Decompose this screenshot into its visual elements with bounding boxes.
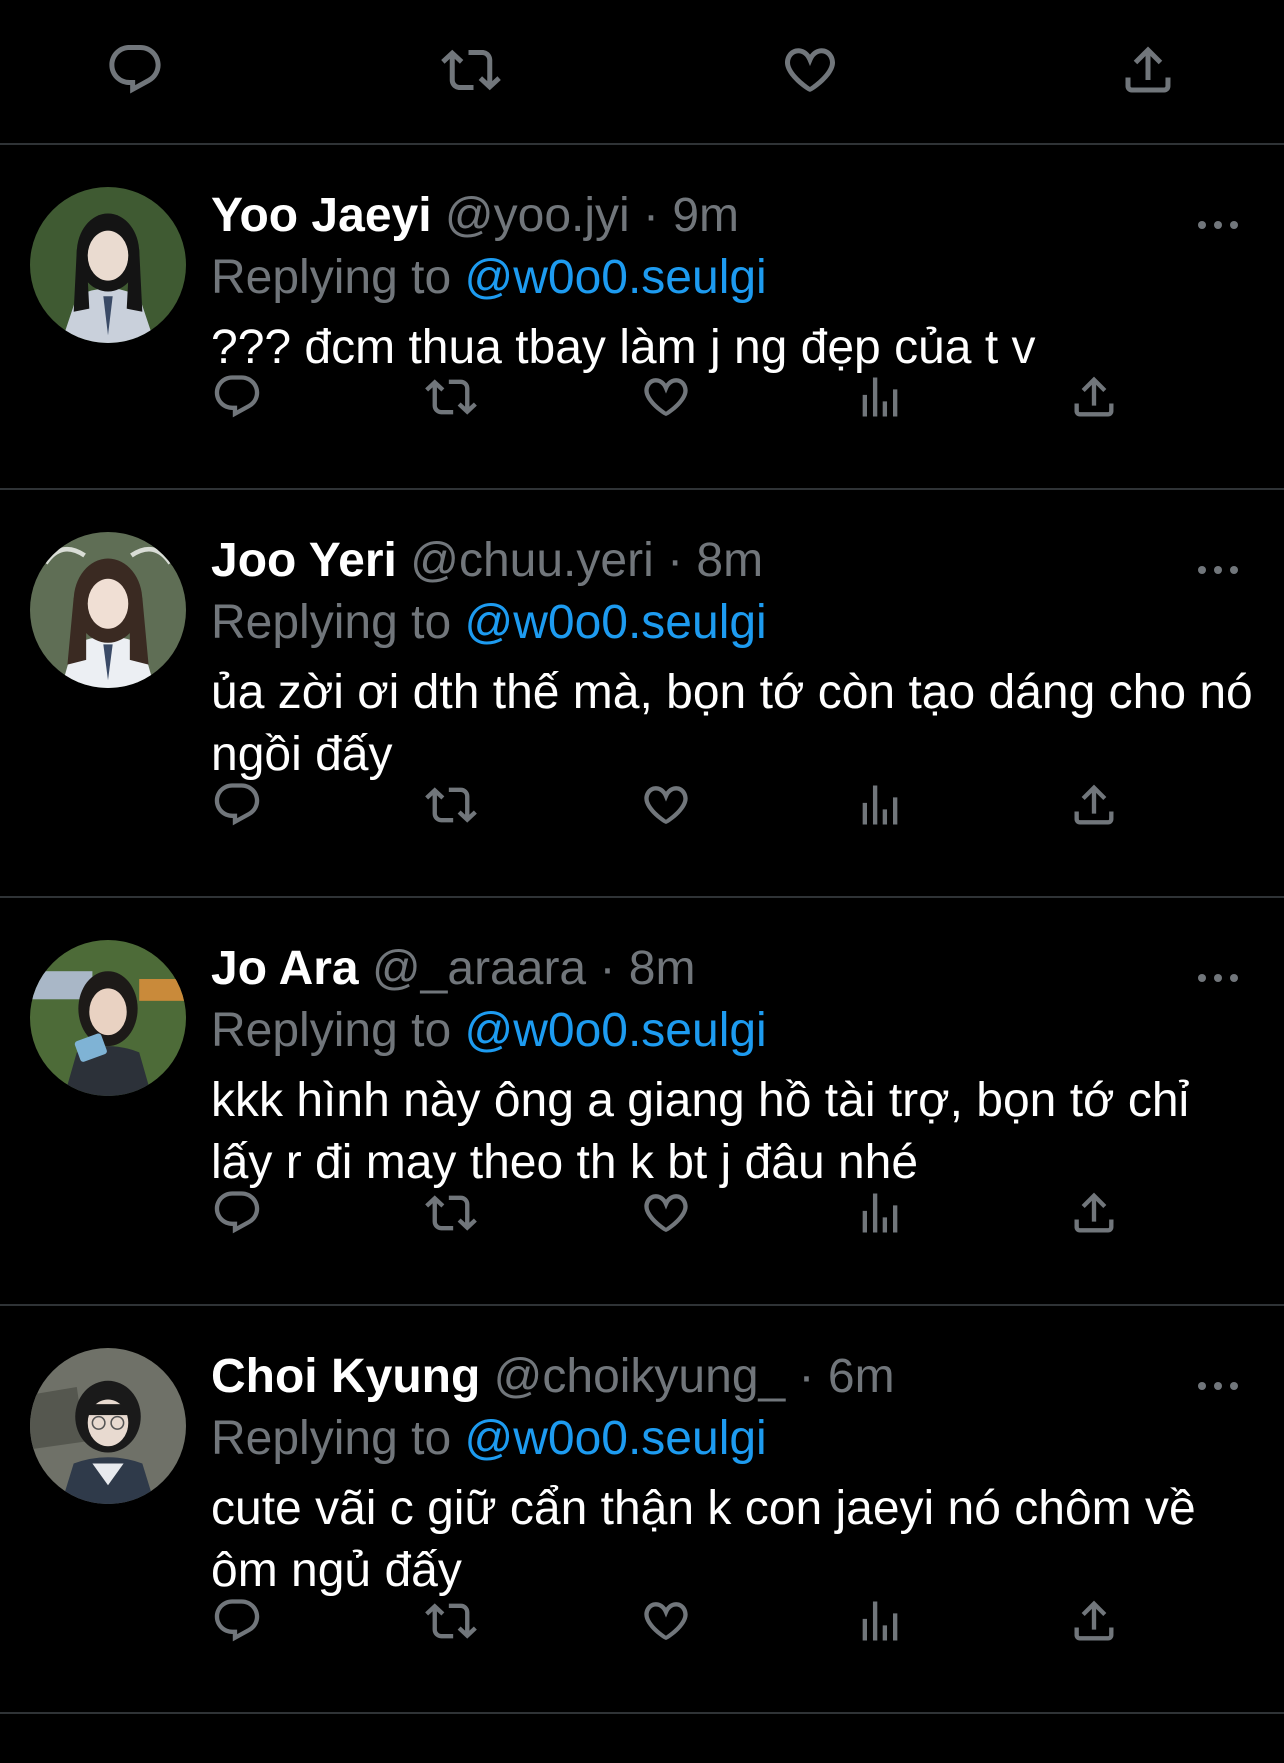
share-icon[interactable]	[1118, 40, 1178, 100]
retweet-icon[interactable]	[425, 1187, 477, 1239]
mention-link[interactable]: @w0o0.seulgi	[464, 596, 766, 649]
retweet-icon[interactable]	[441, 40, 501, 100]
user-handle[interactable]: @_araara	[372, 942, 586, 995]
parent-tweet-actions	[0, 0, 1284, 145]
more-options-icon[interactable]	[1196, 215, 1240, 235]
like-icon[interactable]	[640, 371, 692, 423]
reply-tweet[interactable]: Jo Ara @_araara · 8m Replying to @w0o0.s…	[0, 898, 1284, 1306]
replying-to-label: Replying to	[211, 251, 452, 304]
mention-link[interactable]: @w0o0.seulgi	[464, 1412, 766, 1465]
tweet-text: ủa zời ơi dth thế mà, bọn tớ còn tạo dán…	[211, 666, 1253, 781]
tweet-actions	[211, 1187, 1284, 1239]
retweet-icon[interactable]	[425, 779, 477, 831]
share-icon[interactable]	[1068, 1187, 1120, 1239]
more-options-icon[interactable]	[1196, 560, 1240, 580]
avatar[interactable]	[30, 187, 186, 343]
user-handle[interactable]: @choikyung_	[494, 1350, 786, 1403]
reply-icon[interactable]	[211, 1187, 263, 1239]
avatar[interactable]	[30, 1348, 186, 1504]
like-icon[interactable]	[780, 40, 840, 100]
mention-link[interactable]: @w0o0.seulgi	[464, 1004, 766, 1057]
tweet-text: kkk hình này ông a giang hồ tài trợ, bọn…	[211, 1074, 1190, 1189]
timestamp[interactable]: 8m	[696, 534, 763, 587]
replying-to-label: Replying to	[211, 1004, 452, 1057]
tweet-actions	[211, 1595, 1284, 1647]
like-icon[interactable]	[640, 1595, 692, 1647]
separator-dot: ·	[667, 534, 684, 587]
views-icon[interactable]	[854, 1595, 906, 1647]
display-name[interactable]: Choi Kyung	[211, 1350, 480, 1403]
reply-icon[interactable]	[211, 371, 263, 423]
display-name[interactable]: Joo Yeri	[211, 534, 397, 587]
timestamp[interactable]: 8m	[629, 942, 696, 995]
user-handle[interactable]: @yoo.jyi	[445, 189, 630, 242]
separator-dot: ·	[798, 1350, 815, 1403]
more-options-icon[interactable]	[1196, 1376, 1240, 1396]
share-icon[interactable]	[1068, 779, 1120, 831]
display-name[interactable]: Jo Ara	[211, 942, 359, 995]
avatar[interactable]	[30, 940, 186, 1096]
avatar[interactable]	[30, 532, 186, 688]
display-name[interactable]: Yoo Jaeyi	[211, 189, 432, 242]
replying-to-label: Replying to	[211, 1412, 452, 1465]
tweet-text: ??? đcm thua tbay làm j ng đẹp của t v	[211, 321, 1036, 374]
views-icon[interactable]	[854, 779, 906, 831]
views-icon[interactable]	[854, 1187, 906, 1239]
reply-tweet[interactable]: Yoo Jaeyi @yoo.jyi · 9m Replying to @w0o…	[0, 145, 1284, 490]
reply-tweet[interactable]: Choi Kyung @choikyung_ · 6m Replying to …	[0, 1306, 1284, 1714]
user-handle[interactable]: @chuu.yeri	[410, 534, 654, 587]
separator-dot: ·	[643, 189, 659, 242]
timestamp[interactable]: 9m	[672, 189, 739, 242]
mention-link[interactable]: @w0o0.seulgi	[464, 251, 766, 304]
share-icon[interactable]	[1068, 1595, 1120, 1647]
retweet-icon[interactable]	[425, 1595, 477, 1647]
like-icon[interactable]	[640, 1187, 692, 1239]
reply-icon[interactable]	[105, 40, 165, 100]
retweet-icon[interactable]	[425, 371, 477, 423]
tweet-text: cute vãi c giữ cẩn thận k con jaeyi nó c…	[211, 1482, 1196, 1597]
share-icon[interactable]	[1068, 371, 1120, 423]
tweet-actions	[211, 371, 1284, 423]
reply-icon[interactable]	[211, 1595, 263, 1647]
tweet-actions	[211, 779, 1284, 831]
views-icon[interactable]	[854, 371, 906, 423]
replying-to-label: Replying to	[211, 596, 452, 649]
more-options-icon[interactable]	[1196, 968, 1240, 988]
reply-icon[interactable]	[211, 779, 263, 831]
separator-dot: ·	[599, 942, 616, 995]
timestamp[interactable]: 6m	[828, 1350, 895, 1403]
like-icon[interactable]	[640, 779, 692, 831]
reply-tweet[interactable]: Joo Yeri @chuu.yeri · 8m Replying to @w0…	[0, 490, 1284, 898]
